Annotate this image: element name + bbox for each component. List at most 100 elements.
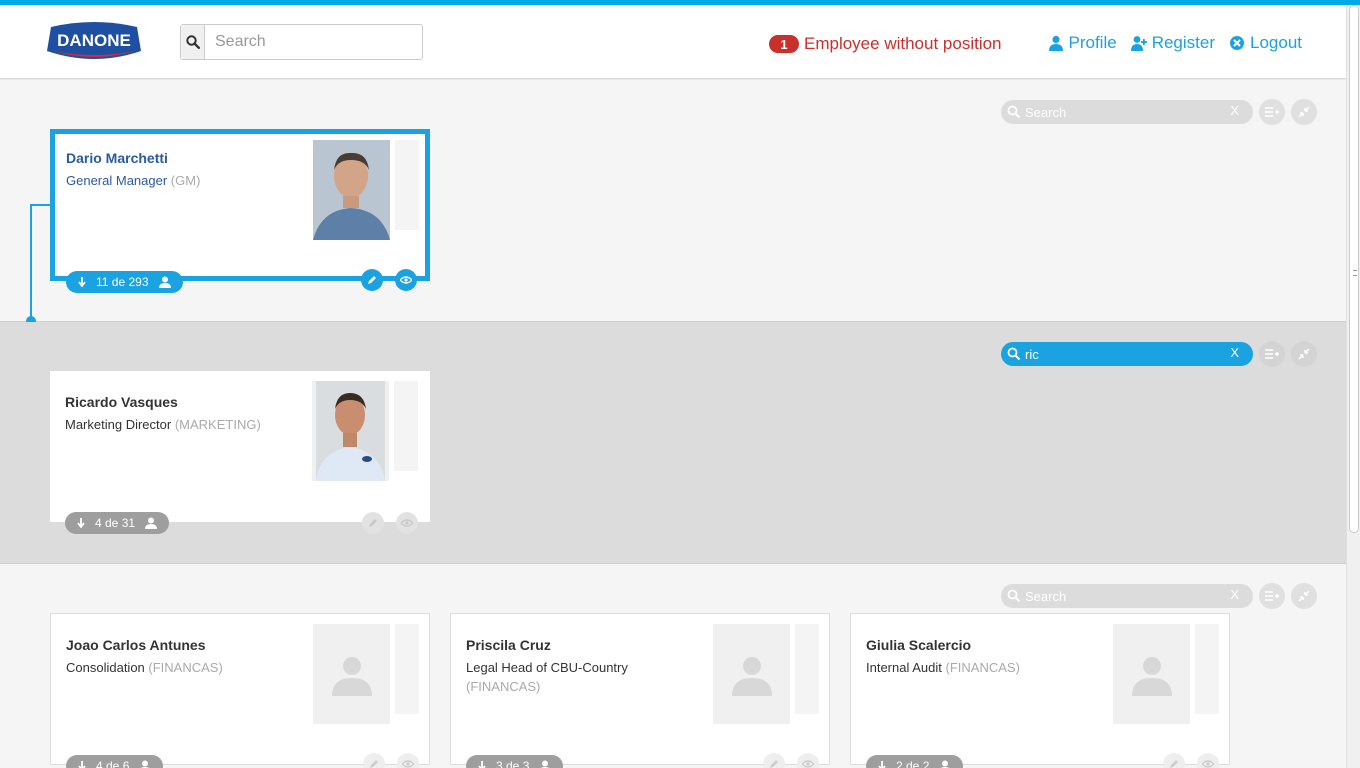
employee-name: Priscila Cruz [466, 637, 551, 653]
arrow-down-icon [78, 277, 86, 287]
collapse-button[interactable] [1291, 99, 1317, 125]
user-icon [941, 760, 950, 768]
employee-role: Marketing Director (MARKETING) [65, 417, 261, 432]
register-label: Register [1151, 33, 1215, 52]
view-button[interactable] [1197, 753, 1219, 768]
user-icon [158, 276, 171, 288]
danone-logo[interactable]: DANONE [45, 21, 143, 63]
employee-card[interactable]: Giulia Scalercio Internal Audit (FINANCA… [850, 613, 1230, 768]
employee-photo [313, 140, 390, 240]
employee-role: Internal Audit (FINANCAS) [866, 660, 1020, 675]
level-search[interactable]: X [1001, 584, 1253, 608]
employee-card[interactable]: Dario Marchetti General Manager (GM) 11 … [50, 129, 430, 293]
scrollbar-thumb[interactable] [1349, 5, 1359, 533]
view-button[interactable] [797, 753, 819, 768]
search-input[interactable] [205, 25, 422, 59]
add-user-icon [1130, 36, 1147, 51]
avatar-placeholder-icon [1131, 657, 1172, 696]
subordinates-count[interactable]: 3 de 3 [466, 755, 564, 768]
clear-search-button[interactable]: X [1230, 587, 1239, 602]
employee-name: Joao Carlos Antunes [66, 637, 206, 653]
employee-name: Ricardo Vasques [65, 394, 178, 410]
person-photo-icon [312, 381, 389, 481]
level-search-input[interactable] [1025, 588, 1225, 604]
close-circle-icon [1230, 36, 1244, 50]
employee-photo-placeholder [1113, 624, 1190, 724]
subordinates-count-text: 2 de 2 [896, 759, 930, 768]
pencil-icon [1170, 760, 1178, 768]
subordinates-count-text: 11 de 293 [96, 275, 149, 289]
level-toolbar: X [1001, 583, 1317, 609]
profile-label: Profile [1068, 33, 1117, 52]
edit-button[interactable] [1163, 753, 1185, 768]
level-search-input[interactable] [1025, 104, 1225, 120]
card-side-strip [1195, 624, 1219, 714]
avatar-placeholder-icon [331, 657, 372, 696]
clear-search-button[interactable]: X [1230, 103, 1239, 118]
view-button[interactable] [397, 753, 419, 768]
arrow-down-icon [78, 761, 86, 768]
list-add-button[interactable] [1259, 341, 1285, 367]
page-scrollbar[interactable] [1346, 5, 1360, 768]
avatar-placeholder-icon [731, 657, 772, 696]
edit-button[interactable] [361, 269, 383, 291]
edit-button[interactable] [362, 512, 384, 534]
employee-card[interactable]: Joao Carlos Antunes Consolidation (FINAN… [50, 613, 430, 768]
level-search[interactable]: X [1001, 342, 1253, 366]
search-icon [1007, 105, 1021, 119]
list-add-icon [1265, 349, 1279, 359]
user-icon [145, 517, 158, 529]
collapse-button[interactable] [1291, 583, 1317, 609]
pencil-icon [369, 519, 377, 527]
view-button[interactable] [395, 269, 417, 291]
list-add-icon [1265, 591, 1279, 601]
level-search-input[interactable] [1025, 346, 1225, 362]
profile-link[interactable]: Profile [1048, 33, 1117, 53]
subordinates-count-text: 3 de 3 [496, 759, 530, 768]
clear-search-button[interactable]: X [1230, 345, 1239, 360]
card-side-strip [395, 624, 419, 714]
subordinates-count-text: 4 de 6 [96, 759, 130, 768]
eye-icon [402, 760, 414, 768]
employee-name: Dario Marchetti [66, 150, 168, 166]
subordinates-count[interactable]: 2 de 2 [866, 755, 964, 768]
employee-card[interactable]: Priscila Cruz Legal Head of CBU-Country … [450, 613, 830, 768]
search-button[interactable] [181, 25, 205, 59]
subordinates-count[interactable]: 4 de 31 [65, 512, 170, 534]
employee-role: Consolidation (FINANCAS) [66, 660, 223, 675]
edit-button[interactable] [363, 753, 385, 768]
level-toolbar: X [1001, 99, 1317, 125]
employee-card[interactable]: Ricardo Vasques Marketing Director (MARK… [50, 371, 430, 534]
pencil-icon [368, 276, 376, 284]
employee-name: Giulia Scalercio [866, 637, 972, 653]
scrollbar-grip [1353, 270, 1357, 276]
level-search[interactable]: X [1001, 100, 1253, 124]
logout-label: Logout [1250, 33, 1302, 52]
arrow-down-icon [478, 761, 486, 768]
list-add-button[interactable] [1259, 583, 1285, 609]
employee-photo-placeholder [713, 624, 790, 724]
global-search [180, 24, 423, 60]
alert-text: Employee without position [804, 34, 1002, 53]
arrow-down-icon [77, 518, 85, 528]
employee-without-position-alert[interactable]: 1 Employee without position [769, 34, 1002, 54]
logout-link[interactable]: Logout [1229, 33, 1302, 53]
employee-role: Legal Head of CBU-Country (FINANCAS) [466, 660, 628, 694]
list-add-icon [1265, 107, 1279, 117]
card-side-strip [394, 381, 418, 471]
employee-photo [312, 381, 389, 481]
subordinates-count-text: 4 de 31 [95, 516, 136, 530]
list-add-button[interactable] [1259, 99, 1285, 125]
user-icon [141, 760, 150, 768]
employee-photo-placeholder [313, 624, 390, 724]
arrow-down-icon [878, 761, 886, 768]
hierarchy-connector-line [30, 204, 32, 320]
edit-button[interactable] [763, 753, 785, 768]
card-side-strip [795, 624, 819, 714]
view-button[interactable] [396, 512, 418, 534]
subordinates-count[interactable]: 11 de 293 [66, 271, 183, 293]
app-header: DANONE 1 Employee without position Profi… [0, 5, 1346, 79]
collapse-button[interactable] [1291, 341, 1317, 367]
subordinates-count[interactable]: 4 de 6 [66, 755, 164, 768]
register-link[interactable]: Register [1130, 33, 1215, 53]
